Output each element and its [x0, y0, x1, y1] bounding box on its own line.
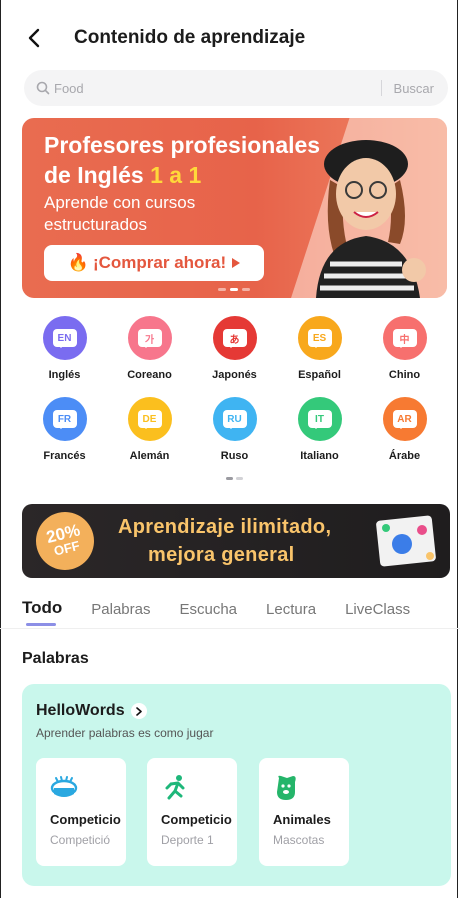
language-item[interactable]: ES Español: [277, 316, 362, 381]
banner-pagination: [218, 288, 250, 291]
runner-icon: [161, 774, 189, 807]
search-icon: [36, 81, 50, 95]
language-item[interactable]: RU Ruso: [192, 397, 277, 462]
language-item[interactable]: 가 Coreano: [107, 316, 192, 381]
search-button[interactable]: Buscar: [382, 81, 448, 96]
discount-badge: 20% OFF: [29, 505, 101, 577]
page-title: Contenido de aprendizaje: [74, 27, 306, 48]
language-name: Coreano: [127, 369, 172, 381]
stadium-icon: [50, 774, 78, 805]
chevron-right-icon: [130, 703, 147, 719]
page-dot: [236, 477, 243, 480]
language-name: Chino: [388, 369, 421, 381]
word-set-subtitle: Deporte 1: [161, 833, 214, 847]
back-button[interactable]: [12, 16, 56, 60]
language-code: 가: [137, 329, 162, 348]
language-name: Francés: [43, 450, 86, 462]
word-set-title: Competicio: [50, 812, 121, 827]
section-title: Palabras: [22, 650, 89, 667]
language-code: DE: [137, 410, 162, 429]
language-icon: EN: [42, 316, 87, 360]
language-code: AR: [392, 410, 417, 429]
language-item[interactable]: FR Francés: [22, 397, 107, 462]
word-set-title: Animales: [273, 812, 331, 827]
language-pagination: [226, 477, 243, 480]
banner-dot: [218, 288, 226, 291]
promo-illustration: [376, 515, 436, 567]
word-set-subtitle: Competició: [50, 833, 111, 847]
language-name: Árabe: [388, 450, 421, 462]
search-bar[interactable]: Food Buscar: [24, 70, 448, 106]
language-name: Español: [298, 369, 341, 381]
content-tabs: Todo Palabras Escucha Lectura LiveClass: [22, 598, 442, 626]
language-name: Italiano: [300, 450, 339, 462]
banner-headline-line1: Profesores profesionales: [44, 132, 321, 158]
language-icon: 가: [127, 316, 172, 360]
language-code: RU: [222, 410, 247, 429]
banner-highlight: 1 a 1: [150, 162, 202, 188]
tab-todo[interactable]: Todo: [22, 598, 62, 626]
chevron-left-icon: [28, 28, 40, 48]
promo-line2: mejora general: [148, 544, 295, 566]
buy-now-button[interactable]: 🔥 ¡Comprar ahora!: [44, 245, 264, 281]
hellowords-card: HelloWords Aprender palabras es como jug…: [22, 684, 451, 886]
banner-dot: [242, 288, 250, 291]
language-code: 中: [392, 329, 417, 348]
language-icon: あ: [212, 316, 257, 360]
language-name: Japonés: [212, 369, 257, 381]
play-arrow-icon: [232, 258, 241, 268]
dog-icon: [273, 774, 299, 807]
fire-icon: 🔥: [67, 253, 89, 272]
hellowords-tagline: Aprender palabras es como jugar: [36, 726, 214, 740]
language-item[interactable]: あ Japonés: [192, 316, 277, 381]
language-name: Ruso: [220, 450, 249, 462]
language-icon: AR: [382, 397, 427, 441]
hero-banner[interactable]: Profesores profesionales de Inglés 1 a 1…: [22, 118, 447, 298]
banner-subtitle: Aprende con cursos estructurados: [44, 193, 196, 234]
word-set-card[interactable]: Animales Mascotas: [259, 758, 349, 866]
language-name: Alemán: [129, 450, 170, 462]
page-dot-active: [226, 477, 233, 480]
word-set-card[interactable]: Competicio Deporte 1: [147, 758, 237, 866]
tabs-divider: [0, 628, 460, 629]
promo-line1: Aprendizaje ilimitado,: [118, 516, 332, 538]
language-icon: 中: [382, 316, 427, 360]
language-icon: ES: [297, 316, 342, 360]
tab-escucha[interactable]: Escucha: [179, 601, 237, 626]
hellowords-title: HelloWords: [36, 702, 125, 719]
search-input[interactable]: Food: [54, 81, 381, 96]
header: Contenido de aprendizaje: [0, 0, 460, 76]
banner-headline-text: de Inglés: [44, 162, 151, 188]
banner-headline-line2: de Inglés 1 a 1: [44, 160, 201, 190]
language-item[interactable]: EN Inglés: [22, 316, 107, 381]
language-icon: RU: [212, 397, 257, 441]
banner-dot-active: [230, 288, 238, 291]
language-code: FR: [52, 410, 77, 429]
language-grid: EN Inglés 가 Coreano あ Japonés ES Español 中 Ch…: [22, 316, 447, 462]
language-icon: IT: [297, 397, 342, 441]
language-icon: FR: [42, 397, 87, 441]
tab-liveclass[interactable]: LiveClass: [345, 601, 410, 626]
hellowords-header[interactable]: HelloWords: [36, 702, 147, 720]
word-set-title: Competicio: [161, 812, 232, 827]
language-code: ES: [307, 329, 332, 348]
word-set-subtitle: Mascotas: [273, 833, 325, 847]
tab-palabras[interactable]: Palabras: [91, 601, 150, 626]
language-item[interactable]: DE Alemán: [107, 397, 192, 462]
buy-now-label: ¡Comprar ahora!: [92, 253, 227, 272]
language-item[interactable]: 中 Chino: [362, 316, 447, 381]
language-item[interactable]: AR Árabe: [362, 397, 447, 462]
language-code: EN: [52, 329, 77, 348]
language-item[interactable]: IT Italiano: [277, 397, 362, 462]
language-code: IT: [307, 410, 332, 429]
promo-banner[interactable]: 20% OFF Aprendizaje ilimitado, mejora ge…: [22, 504, 450, 578]
teacher-illustration: [316, 140, 426, 298]
language-code: あ: [222, 329, 247, 348]
language-name: Inglés: [48, 369, 81, 381]
language-icon: DE: [127, 397, 172, 441]
tab-lectura[interactable]: Lectura: [266, 601, 316, 626]
word-set-card[interactable]: Competicio Competició: [36, 758, 126, 866]
